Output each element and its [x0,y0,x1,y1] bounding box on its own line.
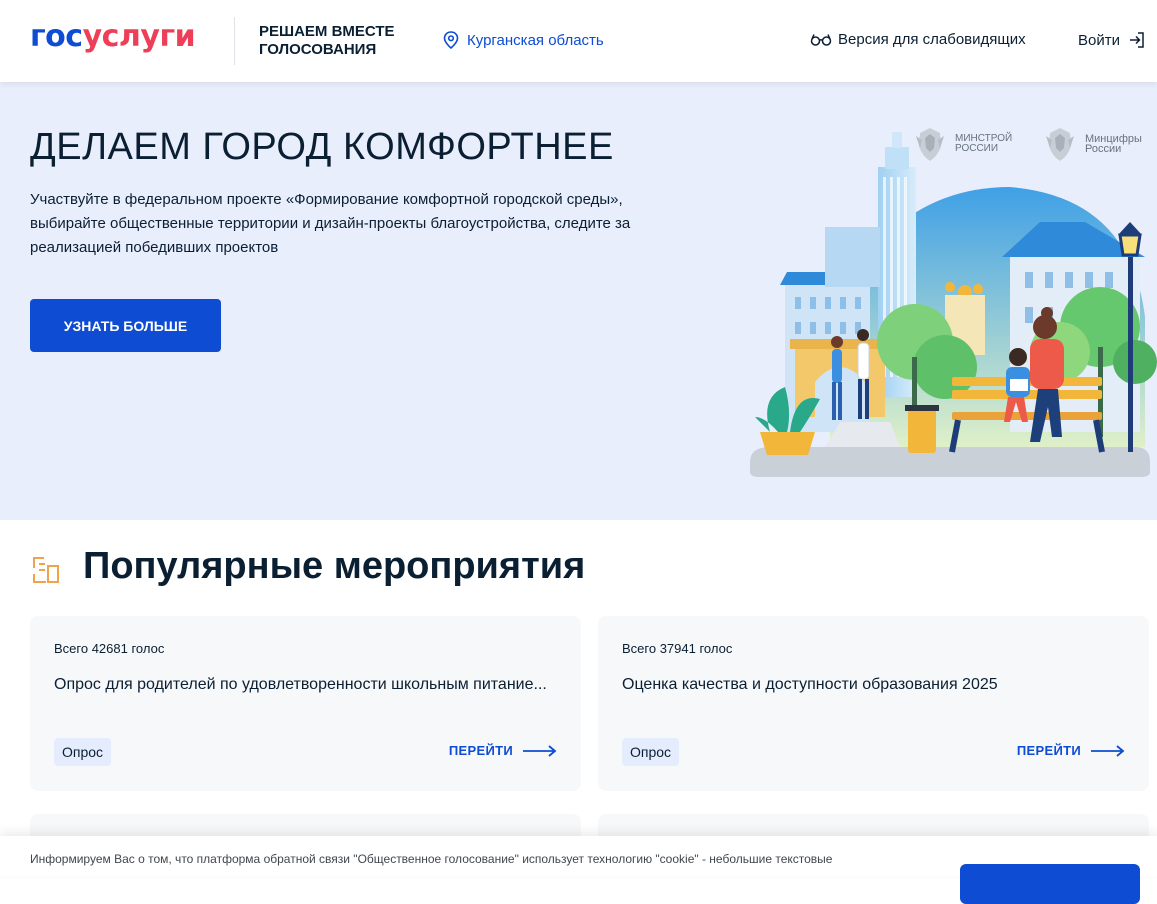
site-header: госуслуги РЕШАЕМ ВМЕСТЕ ГОЛОСОВАНИЯ Кург… [0,0,1157,82]
event-card[interactable]: Всего 42681 голос Опрос для родителей по… [30,616,581,791]
low-vision-label: Версия для слабовидящих [838,31,1026,48]
logo-part-uslugi: услуги [82,19,196,54]
card-votes: Всего 42681 голос [54,641,165,656]
card-type-badge: Опрос [622,738,680,766]
region-selector[interactable]: Курганская область [443,31,604,49]
login-button[interactable]: Войти [1078,31,1146,49]
glasses-icon [810,33,832,46]
site-tagline: РЕШАЕМ ВМЕСТЕ ГОЛОСОВАНИЯ [259,23,395,58]
login-icon [1129,32,1144,48]
learn-more-button[interactable]: УЗНАТЬ БОЛЬШЕ [30,299,221,352]
header-divider [234,17,235,65]
card-go-link[interactable]: ПЕРЕЙТИ [1017,743,1125,758]
location-pin-icon [443,31,459,49]
card-title[interactable]: Оценка качества и доступности образовани… [622,676,1122,694]
low-vision-version-link[interactable]: Версия для слабовидящих [810,31,1026,48]
card-title[interactable]: Опрос для родителей по удовлетворенности… [54,676,554,694]
go-label: ПЕРЕЙТИ [1016,743,1081,758]
card-type-badge: Опрос [54,738,112,766]
login-label: Войти [1078,31,1120,49]
arrow-right-icon [1091,744,1125,757]
city-park-illustration [750,132,1157,477]
hero-title: ДЕЛАЕМ ГОРОД КОМФОРТНЕЕ [30,126,614,168]
cookie-accept-button[interactable] [960,864,1140,904]
event-card[interactable]: Всего 37941 голос Оценка качества и дост… [598,616,1149,791]
events-icon [33,557,59,583]
hero-banner: ДЕЛАЕМ ГОРОД КОМФОРТНЕЕ Участвуйте в фед… [0,82,1157,520]
arrow-right-icon [523,744,557,757]
region-label: Курганская область [467,31,604,49]
gosuslugi-logo[interactable]: госуслуги [30,19,196,54]
section-title: Популярные мероприятия [83,545,586,587]
cookie-banner: Информируем Вас о том, что платформа обр… [0,836,1157,904]
go-label: ПЕРЕЙТИ [448,743,513,758]
card-go-link[interactable]: ПЕРЕЙТИ [449,743,557,758]
hero-description: Участвуйте в федеральном проекте «Формир… [30,191,631,256]
card-votes: Всего 37941 голос [622,641,733,656]
logo-part-gos: гос [30,19,83,54]
cookie-text: Информируем Вас о том, что платформа обр… [30,852,833,866]
